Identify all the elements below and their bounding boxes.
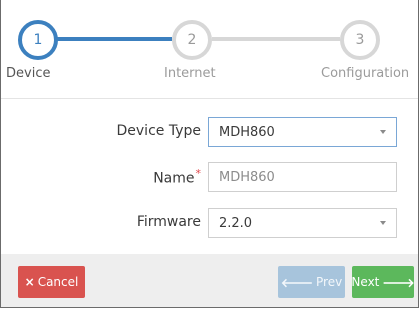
close-icon: × <box>24 275 35 289</box>
name-input[interactable]: MDH860 <box>208 162 397 192</box>
device-type-value: MDH860 <box>219 124 275 140</box>
firmware-value: 2.2.0 <box>219 215 253 231</box>
device-form: Device Type MDH860 Name* MDH860 Firmware… <box>1 99 418 254</box>
next-button-label: Next <box>351 275 380 289</box>
name-input-value: MDH860 <box>219 169 275 185</box>
firmware-label: Firmware <box>136 214 201 230</box>
prev-button-label: Prev <box>316 275 343 289</box>
step-connector-2 <box>212 37 340 41</box>
cancel-button[interactable]: × Cancel <box>18 266 85 298</box>
chevron-down-icon <box>380 221 386 225</box>
wizard-dialog: 1 2 3 Device Internet Configuration Devi… <box>0 0 419 308</box>
step-3-label: Configuration <box>321 66 410 81</box>
wizard-footer: × Cancel 🡐 Prev Next 🡒 <box>1 254 418 307</box>
firmware-select[interactable]: 2.2.0 <box>208 208 397 238</box>
step-connector-1 <box>54 37 172 41</box>
required-marker: * <box>195 167 202 180</box>
step-1-label: Device <box>6 66 51 81</box>
device-type-label: Device Type <box>116 123 202 139</box>
prev-button[interactable]: 🡐 Prev <box>278 266 345 298</box>
cancel-button-label: Cancel <box>37 275 79 289</box>
step-2-label: Internet <box>164 66 216 81</box>
chevron-down-icon <box>380 130 386 134</box>
step-3-indicator[interactable]: 3 <box>340 20 380 60</box>
wizard-stepper: 1 2 3 Device Internet Configuration <box>1 0 418 98</box>
next-button[interactable]: Next 🡒 <box>351 266 415 298</box>
arrow-left-icon: 🡐 <box>280 275 313 290</box>
step-1-indicator[interactable]: 1 <box>18 20 58 60</box>
arrow-right-icon: 🡒 <box>382 275 415 290</box>
device-type-select[interactable]: MDH860 <box>208 117 397 147</box>
step-2-indicator[interactable]: 2 <box>172 20 212 60</box>
name-label: Name* <box>153 167 201 187</box>
name-label-text: Name <box>153 170 195 187</box>
